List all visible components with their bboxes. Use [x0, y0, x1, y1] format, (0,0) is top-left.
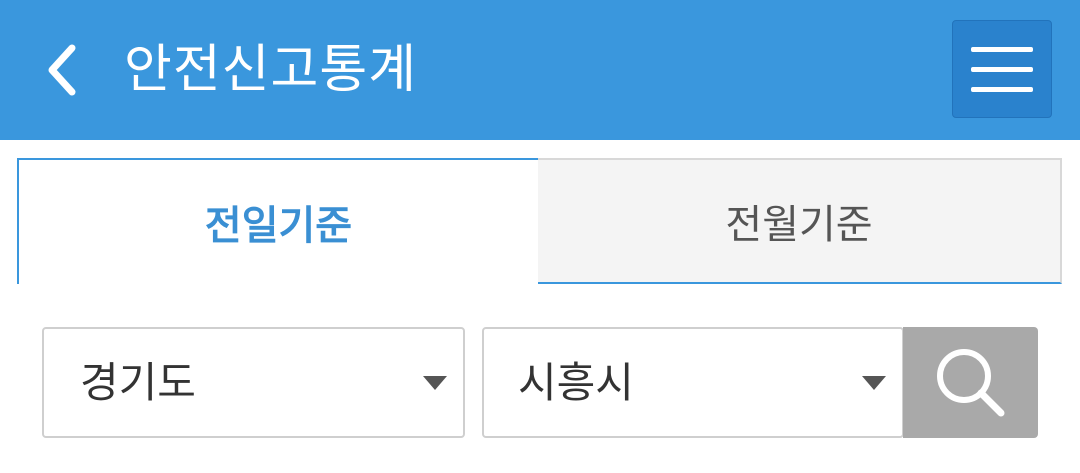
period-tabs: 전일기준 전월기준: [17, 158, 1062, 284]
city-select-value: 시흥시: [518, 358, 634, 407]
app-header: 안전신고통계: [0, 0, 1080, 140]
tab-previous-day-label: 전일기준: [204, 203, 353, 249]
tab-previous-day[interactable]: 전일기준: [17, 158, 540, 284]
hamburger-menu-icon-bar-top: [971, 46, 1033, 52]
back-button[interactable]: [30, 36, 94, 104]
page-title: 안전신고통계: [124, 40, 418, 100]
menu-button[interactable]: [952, 20, 1052, 118]
hamburger-menu-icon-bar-middle: [971, 66, 1033, 72]
search-button[interactable]: [903, 327, 1038, 438]
chevron-left-icon: [48, 44, 76, 96]
province-select-value: 경기도: [80, 358, 196, 407]
tab-previous-month[interactable]: 전월기준: [538, 158, 1062, 284]
tab-previous-month-label: 전월기준: [725, 202, 873, 248]
city-select[interactable]: 시흥시: [482, 327, 904, 438]
hamburger-menu-icon-bar-bottom: [971, 86, 1033, 92]
province-select[interactable]: 경기도: [42, 327, 465, 438]
chevron-down-icon: [862, 376, 886, 390]
search-icon: [936, 348, 1004, 416]
chevron-down-icon: [423, 376, 447, 390]
